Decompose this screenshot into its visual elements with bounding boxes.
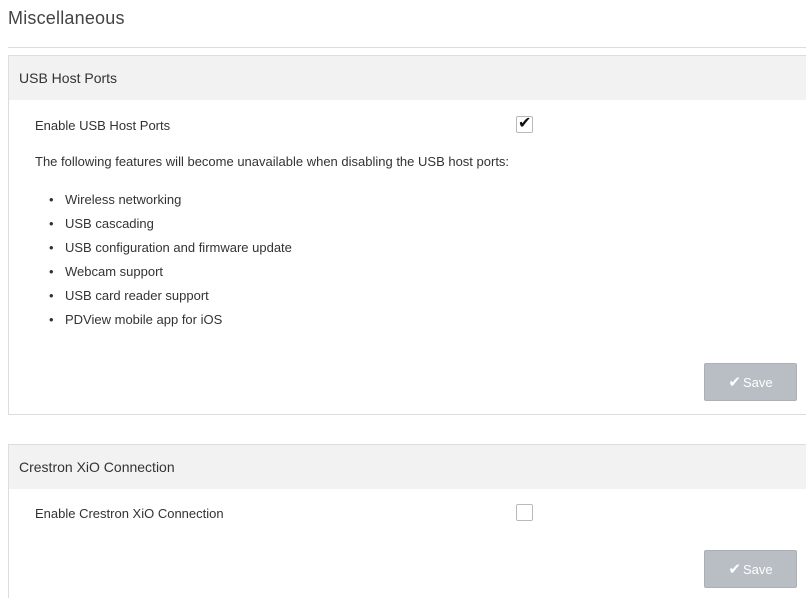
feature-list: • Wireless networking • USB cascading • USB… [49, 188, 292, 332]
title-divider [8, 47, 806, 48]
usb-save-button[interactable]: ✔ Save [704, 363, 797, 401]
feature-label: USB cascading [65, 216, 154, 231]
enable-xio-label: Enable Crestron XiO Connection [35, 506, 224, 521]
bullet-icon: • [49, 288, 54, 303]
feature-label: PDView mobile app for iOS [65, 312, 223, 327]
enable-xio-checkbox[interactable] [516, 504, 533, 521]
enable-usb-label: Enable USB Host Ports [35, 118, 171, 133]
checkmark-icon: ✔ [728, 374, 741, 391]
list-item: • USB cascading [49, 212, 292, 236]
save-button-label: Save [742, 561, 773, 577]
bullet-icon: • [49, 192, 54, 207]
feature-label: Wireless networking [65, 192, 182, 207]
usb-host-ports-panel: USB Host Ports Enable USB Host Ports ✔ T… [8, 55, 806, 415]
list-item: • PDView mobile app for iOS [49, 308, 292, 332]
enable-usb-checkbox[interactable]: ✔ [516, 115, 533, 133]
usb-panel-header: USB Host Ports [9, 56, 806, 100]
bullet-icon: • [49, 264, 54, 279]
miscellaneous-page: Miscellaneous USB Host Ports Enable USB … [0, 0, 806, 598]
bullet-icon: • [49, 216, 54, 231]
feature-label: USB card reader support [65, 288, 209, 303]
usb-disable-note: The following features will become unava… [35, 154, 510, 169]
check-icon: ✔ [518, 115, 532, 132]
checkmark-icon: ✔ [728, 561, 741, 578]
list-item: • USB card reader support [49, 284, 292, 308]
xio-panel-header: Crestron XiO Connection [9, 445, 806, 489]
list-item: • USB configuration and firmware update [49, 236, 292, 260]
feature-label: USB configuration and firmware update [65, 240, 292, 255]
bullet-icon: • [49, 312, 54, 327]
list-item: • Webcam support [49, 260, 292, 284]
crestron-xio-panel: Crestron XiO Connection Enable Crestron … [8, 444, 806, 598]
page-title: Miscellaneous [8, 8, 125, 28]
list-item: • Wireless networking [49, 188, 292, 212]
xio-save-button[interactable]: ✔ Save [704, 550, 797, 588]
feature-label: Webcam support [65, 264, 164, 279]
save-button-label: Save [742, 374, 773, 390]
bullet-icon: • [49, 240, 54, 255]
